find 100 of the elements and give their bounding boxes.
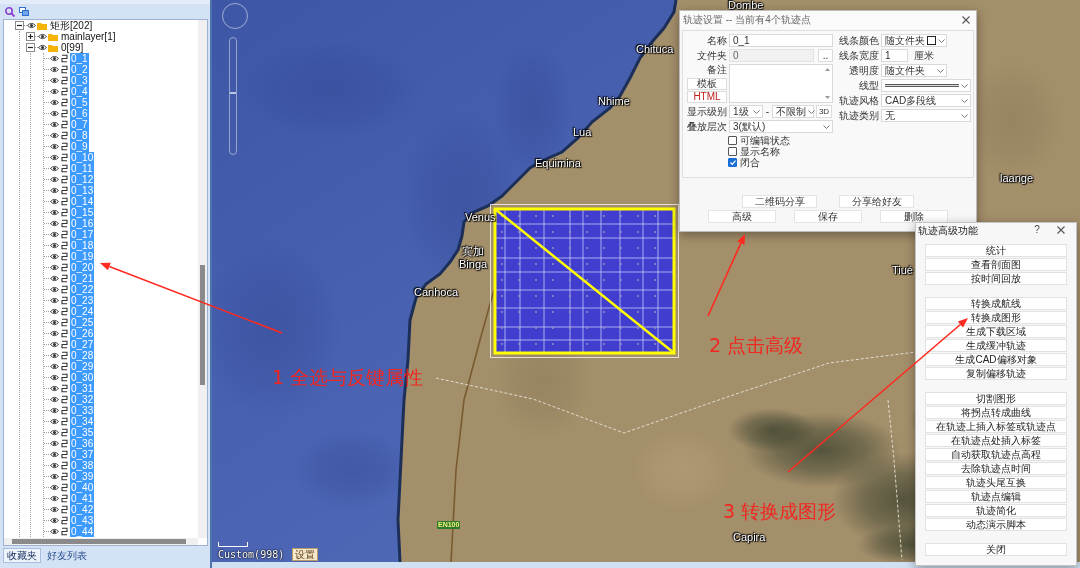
function-button[interactable]: 按时间回放 [925, 272, 1067, 285]
eye-icon[interactable] [50, 198, 59, 205]
line-width-field[interactable]: 1 [881, 49, 908, 62]
function-button[interactable]: 在轨迹上插入标签或轨迹点 [925, 420, 1067, 433]
eye-icon[interactable] [50, 143, 59, 150]
eye-icon[interactable] [50, 220, 59, 227]
function-button[interactable]: 生成CAD偏移对象 [925, 353, 1067, 366]
eye-icon[interactable] [50, 385, 59, 392]
settings-button[interactable]: 设置 [292, 548, 318, 561]
level-dropdown[interactable]: 不限制 [772, 105, 814, 118]
html-button[interactable]: HTML [687, 91, 727, 103]
checkbox-label[interactable]: 显示名称 [740, 145, 780, 158]
vertical-scrollbar[interactable] [198, 20, 207, 538]
eye-icon[interactable] [50, 110, 59, 117]
eye-icon[interactable] [50, 319, 59, 326]
note-field[interactable] [729, 64, 833, 103]
eye-icon[interactable] [50, 341, 59, 348]
share-to-friend-button[interactable]: 分享给好友 [839, 195, 914, 208]
eye-icon[interactable] [50, 297, 59, 304]
function-button[interactable]: 生成下载区域 [925, 325, 1067, 338]
tree-item[interactable]: 0[99] [60, 42, 85, 53]
scroll-up-icon[interactable] [825, 68, 830, 71]
eye-icon[interactable] [50, 352, 59, 359]
function-button[interactable]: 将拐点转成曲线 [925, 406, 1067, 419]
eye-icon[interactable] [50, 473, 59, 480]
function-button[interactable]: 自动获取轨迹点高程 [925, 448, 1067, 461]
line-type-dropdown[interactable] [881, 79, 971, 92]
eye-icon[interactable] [50, 77, 59, 84]
checkbox-label[interactable]: 可编辑状态 [740, 134, 790, 147]
collapse-icon[interactable] [26, 43, 35, 52]
3d-button[interactable]: 3D [816, 105, 832, 118]
function-button[interactable]: 切割图形 [925, 392, 1067, 405]
opacity-dropdown[interactable]: 随文件夹 [881, 64, 947, 77]
template-button[interactable]: 模板 [687, 78, 727, 90]
level-dropdown[interactable]: 1级 [729, 105, 763, 118]
checkbox[interactable] [728, 136, 737, 145]
expand-icon[interactable] [26, 32, 35, 41]
function-button[interactable]: 关闭 [925, 543, 1067, 556]
horizontal-scrollbar[interactable] [4, 538, 198, 545]
tree-item[interactable]: mainlayer[1] [60, 31, 117, 42]
eye-icon[interactable] [38, 44, 47, 51]
checkbox-label[interactable]: 闭合 [740, 156, 760, 169]
folder-field[interactable]: 0 [729, 49, 814, 62]
eye-icon[interactable] [50, 154, 59, 161]
save-button[interactable]: 保存 [794, 210, 862, 223]
function-button[interactable]: 统计 [925, 244, 1067, 257]
qr-code-share-button[interactable]: 二维码分享 [742, 195, 817, 208]
eye-icon[interactable] [50, 374, 59, 381]
function-button[interactable]: 复制偏移轨迹 [925, 367, 1067, 380]
eye-icon[interactable] [50, 330, 59, 337]
eye-icon[interactable] [50, 132, 59, 139]
collapse-icon[interactable] [15, 21, 24, 30]
track-category-dropdown[interactable]: 无 [881, 109, 971, 122]
search-icon[interactable] [5, 6, 15, 17]
eye-icon[interactable] [27, 22, 36, 29]
eye-icon[interactable] [50, 55, 59, 62]
compass-icon[interactable] [222, 3, 248, 29]
browse-button[interactable]: .. [818, 49, 833, 62]
eye-icon[interactable] [50, 99, 59, 106]
line-color-dropdown[interactable]: 随文件夹 [881, 34, 947, 47]
panel-tab[interactable]: 收藏夹 [3, 547, 41, 563]
function-button[interactable]: 生成缓冲轨迹 [925, 339, 1067, 352]
eye-icon[interactable] [50, 506, 59, 513]
track-style-dropdown[interactable]: CAD多段线 [881, 94, 971, 107]
close-icon[interactable] [962, 16, 970, 24]
eye-icon[interactable] [50, 264, 59, 271]
eye-icon[interactable] [50, 407, 59, 414]
eye-icon[interactable] [50, 275, 59, 282]
eye-icon[interactable] [50, 484, 59, 491]
slider-thumb[interactable] [230, 91, 236, 94]
scrollbar-thumb[interactable] [12, 539, 186, 544]
eye-icon[interactable] [50, 176, 59, 183]
function-button[interactable]: 轨迹头尾互换 [925, 476, 1067, 489]
eye-icon[interactable] [50, 528, 59, 535]
delete-button[interactable]: 删除 [880, 210, 948, 223]
function-button[interactable]: 动态演示脚本 [925, 518, 1067, 531]
eye-icon[interactable] [50, 440, 59, 447]
function-button[interactable]: 转换成图形 [925, 311, 1067, 324]
checkbox[interactable] [728, 147, 737, 156]
eye-icon[interactable] [50, 451, 59, 458]
checkbox[interactable] [728, 158, 737, 167]
panel-tab[interactable]: 好友列表 [43, 547, 91, 563]
function-button[interactable]: 去除轨迹点时间 [925, 462, 1067, 475]
eye-icon[interactable] [50, 418, 59, 425]
function-button[interactable]: 轨迹点编辑 [925, 490, 1067, 503]
eye-icon[interactable] [50, 495, 59, 502]
eye-icon[interactable] [50, 66, 59, 73]
layers-icon[interactable] [19, 7, 29, 16]
eye-icon[interactable] [50, 187, 59, 194]
name-field[interactable]: 0_1 [729, 34, 833, 47]
close-icon[interactable] [1057, 226, 1065, 234]
eye-icon[interactable] [50, 517, 59, 524]
eye-icon[interactable] [50, 308, 59, 315]
eye-icon[interactable] [50, 242, 59, 249]
function-button[interactable]: 在轨迹点处插入标签 [925, 434, 1067, 447]
eye-icon[interactable] [50, 231, 59, 238]
eye-icon[interactable] [50, 286, 59, 293]
eye-icon[interactable] [50, 363, 59, 370]
eye-icon[interactable] [50, 253, 59, 260]
tree-item[interactable]: 矩形[202] [49, 20, 94, 31]
